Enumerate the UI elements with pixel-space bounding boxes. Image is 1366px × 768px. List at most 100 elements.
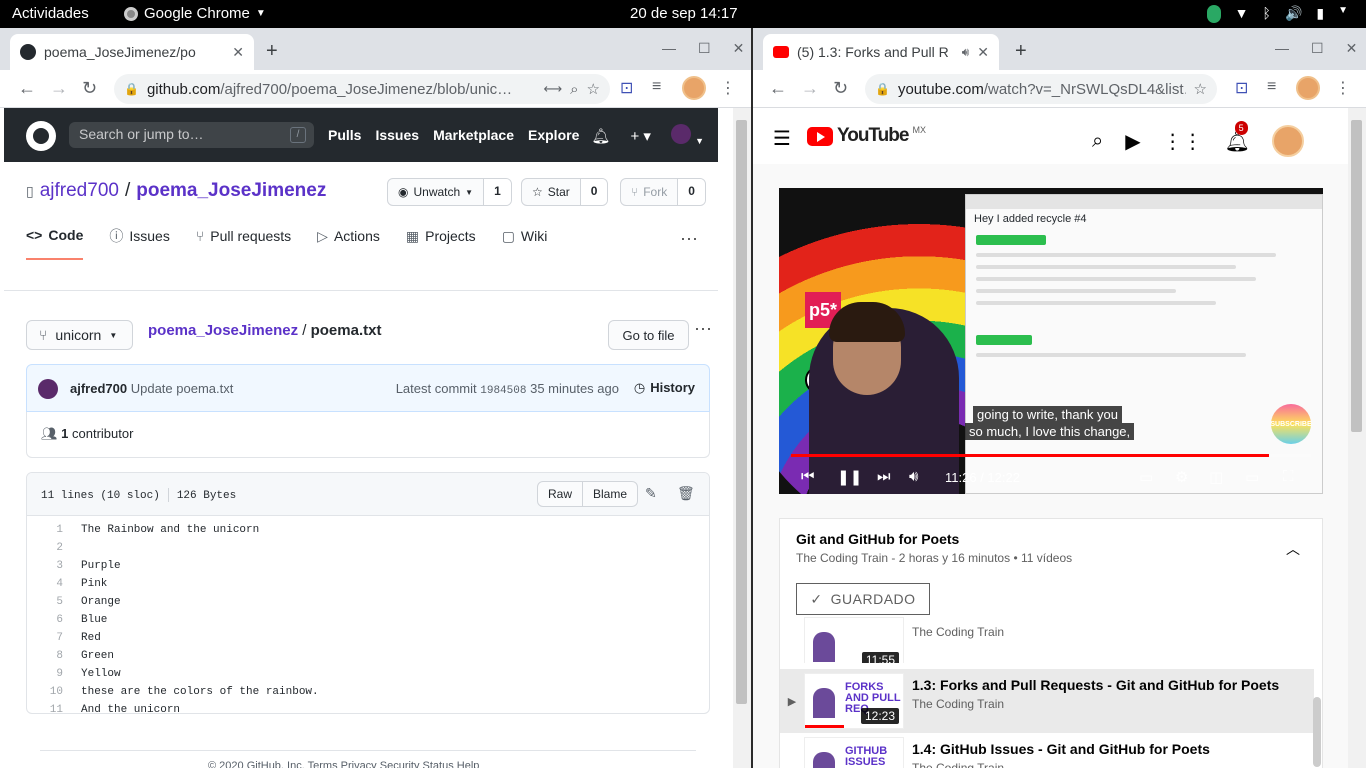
close-tab-icon[interactable]: ✕	[977, 44, 989, 61]
chrome-menu-icon[interactable]: ⋮	[1335, 78, 1351, 98]
tab-issues[interactable]: ⓘ Issues	[109, 226, 169, 260]
address-bar[interactable]: 🔒 github.com/ajfred700/poema_JoseJimenez…	[114, 74, 610, 104]
branch-selector[interactable]: ⑂ unicorn ▼	[26, 320, 133, 350]
repo-name-link[interactable]: poema_JoseJimenez	[136, 180, 326, 202]
tab-projects[interactable]: ▦ Projects	[406, 226, 476, 260]
commit-author-avatar[interactable]	[38, 379, 58, 399]
page-scrollbar[interactable]	[733, 108, 751, 768]
line-number[interactable]: 3	[27, 560, 63, 572]
fullscreen-icon[interactable]: ⛶	[1283, 468, 1294, 485]
repo-owner-link[interactable]: ajfred700	[40, 180, 119, 202]
apps-grid-icon[interactable]: ⋮⋮	[1163, 129, 1203, 154]
watchers-count[interactable]: 1	[484, 179, 511, 205]
video-title[interactable]: 1.4: GitHub Issues - Git and GitHub for …	[912, 741, 1210, 757]
go-to-file-button[interactable]: Go to file	[608, 320, 689, 350]
miniplayer-icon[interactable]: ◫	[1209, 468, 1223, 486]
close-window-icon[interactable]: ✕	[1346, 40, 1358, 57]
clock[interactable]: 20 de sep 14:17	[630, 5, 738, 22]
search-input[interactable]: Search or jump to… /	[69, 122, 314, 148]
theater-mode-icon[interactable]: ▭	[1245, 468, 1259, 486]
video-thumbnail[interactable]: 11:55	[804, 617, 904, 663]
youtube-logo[interactable]: YouTube MX	[807, 125, 926, 147]
tab-actions[interactable]: ▷ Actions	[317, 226, 380, 260]
subtitles-icon[interactable]: ▭	[1139, 468, 1153, 486]
file-more-options-icon[interactable]: ···	[694, 318, 712, 339]
minimize-icon[interactable]: —	[662, 40, 676, 57]
subscribe-watermark[interactable]: SUBSCRIBE	[1270, 404, 1312, 444]
raw-button[interactable]: Raw	[538, 482, 582, 506]
channel-name[interactable]: The Coding Train	[912, 625, 1004, 639]
breadcrumb-repo-link[interactable]: poema_JoseJimenez	[148, 322, 298, 339]
back-icon[interactable]: ←	[769, 78, 787, 99]
reload-icon[interactable]: ↻	[833, 78, 848, 99]
volume-icon[interactable]: 🔊︎	[909, 468, 918, 485]
video-thumbnail[interactable]: GITHUB ISSUES	[804, 737, 904, 768]
playlist-item[interactable]: 11:55 The Coding Train	[780, 613, 1314, 663]
nav-issues[interactable]: Issues	[375, 127, 419, 143]
translate-icon[interactable]: ⟷	[544, 81, 563, 97]
line-number[interactable]: 7	[27, 632, 63, 644]
forward-icon[interactable]: →	[801, 78, 819, 99]
tab-code[interactable]: <> Code	[26, 226, 84, 260]
close-window-icon[interactable]: ✕	[733, 40, 745, 57]
new-tab-button[interactable]: +	[1015, 40, 1027, 63]
create-video-icon[interactable]: ▶︎	[1125, 129, 1140, 154]
playlist-title[interactable]: Git and GitHub for Poets	[796, 531, 959, 547]
edit-pencil-icon[interactable]: ✎	[645, 485, 657, 502]
collapse-chevron-icon[interactable]: ︿	[1286, 539, 1300, 559]
fork-button[interactable]: ⑂ Fork	[621, 179, 679, 205]
line-number[interactable]: 1	[27, 524, 63, 536]
chrome-menu-icon[interactable]: ⋮	[720, 78, 736, 98]
channel-name[interactable]: The Coding Train	[912, 697, 1279, 711]
nav-explore[interactable]: Explore	[528, 127, 579, 143]
hamburger-menu-icon[interactable]: ☰	[773, 126, 791, 151]
media-control-icon[interactable]: ≡	[652, 78, 661, 96]
minimize-icon[interactable]: —	[1275, 40, 1289, 57]
bookmark-star-icon[interactable]: ☆	[587, 80, 600, 98]
previous-icon[interactable]: ⏮	[801, 468, 815, 485]
create-new-plus-icon[interactable]: + ▾	[630, 127, 650, 145]
cast-icon[interactable]: ⊡	[620, 78, 633, 98]
profile-avatar[interactable]	[682, 76, 706, 100]
media-control-icon[interactable]: ≡	[1267, 78, 1276, 96]
channel-name[interactable]: The Coding Train	[912, 761, 1210, 768]
line-number[interactable]: 11	[27, 704, 63, 713]
video-thumbnail[interactable]: FORKS AND PULL REQ 12:23	[804, 673, 904, 729]
more-tabs-icon[interactable]: ···	[680, 228, 698, 249]
page-scrollbar[interactable]	[1348, 108, 1366, 768]
playlist-scrollbar[interactable]	[1313, 697, 1321, 767]
line-number[interactable]: 6	[27, 614, 63, 626]
star-button[interactable]: ☆ Star	[522, 179, 581, 205]
saved-button[interactable]: ✓ GUARDADO	[796, 583, 930, 615]
new-tab-button[interactable]: +	[266, 40, 278, 63]
delete-trash-icon[interactable]: 🗑︎	[677, 485, 695, 502]
line-number[interactable]: 4	[27, 578, 63, 590]
close-tab-icon[interactable]: ✕	[232, 44, 244, 61]
activities-button[interactable]: Actividades	[12, 5, 89, 22]
cast-icon[interactable]: ⊡	[1235, 78, 1248, 98]
forward-icon[interactable]: →	[50, 78, 68, 99]
back-icon[interactable]: ←	[18, 78, 36, 99]
next-icon[interactable]: ⏭	[877, 468, 891, 485]
blame-button[interactable]: Blame	[582, 482, 637, 506]
nav-marketplace[interactable]: Marketplace	[433, 127, 514, 143]
audio-playing-icon[interactable]: 🔊︎	[962, 45, 970, 60]
forks-count[interactable]: 0	[678, 179, 705, 205]
commit-hash[interactable]: 1984508	[480, 385, 526, 397]
system-tray[interactable]: ▼ ᛒ 🔊 ▮ ▼	[1206, 5, 1348, 23]
commit-author[interactable]: ajfred700	[70, 381, 127, 396]
notifications-bell-icon[interactable]: 🔔︎ 5	[1225, 120, 1250, 154]
video-title[interactable]: 1.3: Forks and Pull Requests - Git and G…	[912, 677, 1279, 693]
progress-bar[interactable]	[791, 454, 1311, 457]
line-number[interactable]: 9	[27, 668, 63, 680]
commit-message[interactable]: Update poema.txt	[131, 381, 234, 396]
playlist-item[interactable]: GITHUB ISSUES 1.4: GitHub Issues - Git an…	[780, 733, 1314, 768]
line-number[interactable]: 10	[27, 686, 63, 698]
pause-icon[interactable]: ❚❚	[837, 468, 862, 486]
profile-avatar[interactable]	[1296, 76, 1320, 100]
account-avatar[interactable]	[1272, 125, 1304, 157]
tab-wiki[interactable]: ▢ Wiki	[502, 226, 548, 260]
tab-github[interactable]: poema_JoseJimenez/po ✕	[10, 34, 254, 70]
playlist-item[interactable]: ▶ FORKS AND PULL REQ 12:23 1.3: Forks and P…	[780, 669, 1314, 733]
maximize-icon[interactable]: ☐	[1311, 40, 1324, 57]
